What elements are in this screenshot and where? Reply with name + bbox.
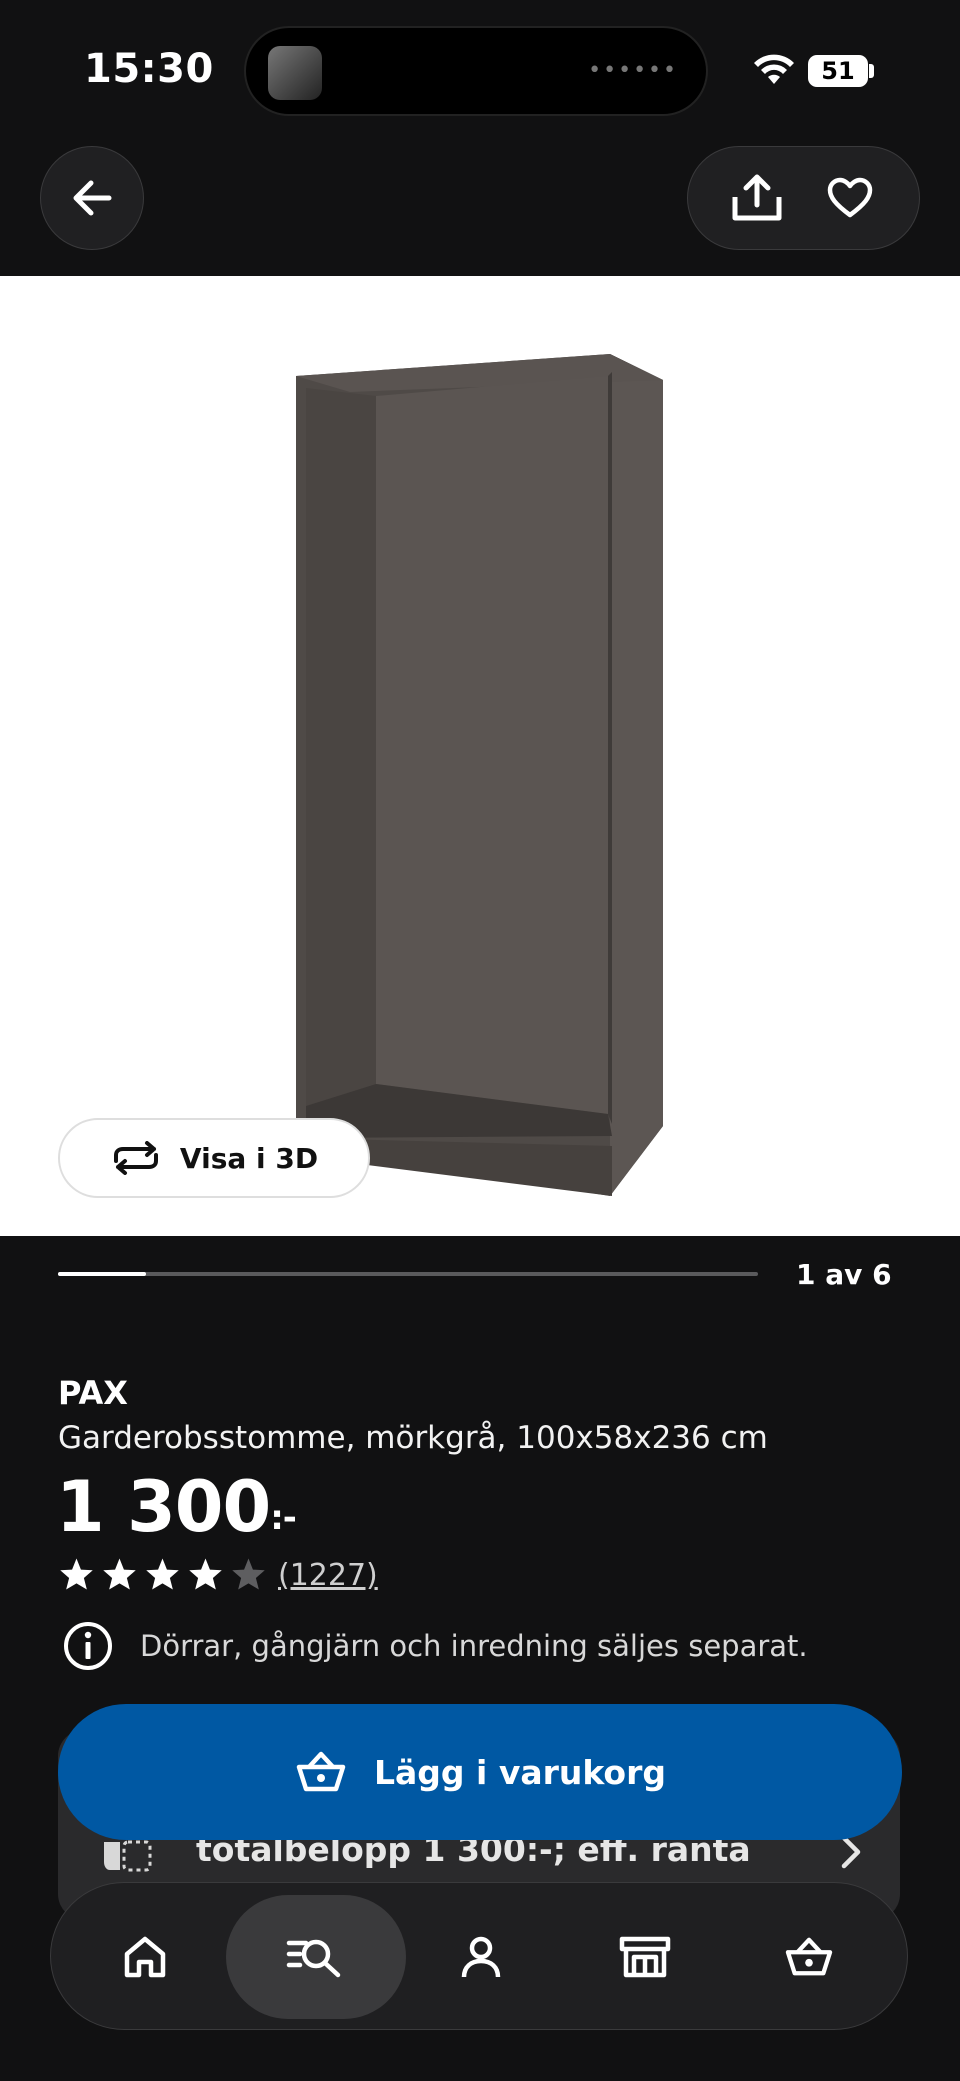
info-icon [64,1622,112,1670]
store-icon [619,1936,671,1978]
back-button[interactable] [40,146,144,250]
product-brand: PAX [58,1374,128,1412]
battery-indicator: 51 [808,55,868,87]
island-activity-dots: •••••• [588,58,678,83]
gallery-progress-track [58,1272,758,1276]
star-filled-icon [146,1558,179,1590]
status-time: 15:30 [84,46,214,92]
basket-icon [296,1751,346,1792]
wardrobe-frame-image [0,276,960,1236]
person-icon [461,1936,501,1978]
tab-home[interactable] [85,1883,205,2031]
island-avatar [268,46,322,100]
tab-cart[interactable] [749,1883,869,2031]
product-price: 1 300:- [56,1466,297,1548]
info-notice-text: Dörrar, gångjärn och inredning säljes se… [140,1629,808,1663]
price-suffix: :- [270,1498,297,1538]
action-pill [687,146,920,250]
favorite-button[interactable] [810,158,890,238]
info-notice: Dörrar, gångjärn och inredning säljes se… [62,1620,808,1672]
star-empty-icon [232,1558,265,1590]
battery-nub [869,64,874,78]
product-image-area[interactable] [0,276,960,1236]
tab-profile[interactable] [421,1883,541,2031]
star-filled-icon [103,1558,136,1590]
product-description: Garderobsstomme, mörkgrå, 100x58x236 cm [58,1420,768,1456]
share-button[interactable] [717,158,797,238]
reviews-link[interactable]: (1227) [278,1558,378,1593]
share-icon [732,174,782,221]
gallery-progress-fill [58,1272,146,1276]
tab-search[interactable] [255,1883,375,2031]
rotate-3d-icon [113,1141,158,1175]
home-icon [124,1936,166,1978]
basket-icon [785,1937,833,1976]
rating-stars[interactable] [58,1557,267,1591]
bottom-tab-bar [50,1882,908,2030]
installment-icon [104,1840,152,1872]
price-value: 1 300 [56,1466,271,1548]
gallery-counter: 1 av 6 [796,1258,892,1291]
arrow-left-icon [73,180,112,216]
search-list-icon [286,1939,341,1978]
view-3d-label: Visa i 3D [179,1141,319,1175]
add-to-cart-button[interactable]: Lägg i varukorg [58,1704,902,1840]
wifi-icon [754,54,794,84]
add-to-cart-label: Lägg i varukorg [373,1752,666,1792]
tab-store[interactable] [585,1883,705,2031]
dynamic-island: •••••• [244,26,708,116]
star-filled-icon [189,1558,222,1590]
star-filled-icon [60,1558,93,1590]
heart-icon [828,177,873,218]
view-3d-button[interactable]: Visa i 3D [58,1118,370,1198]
